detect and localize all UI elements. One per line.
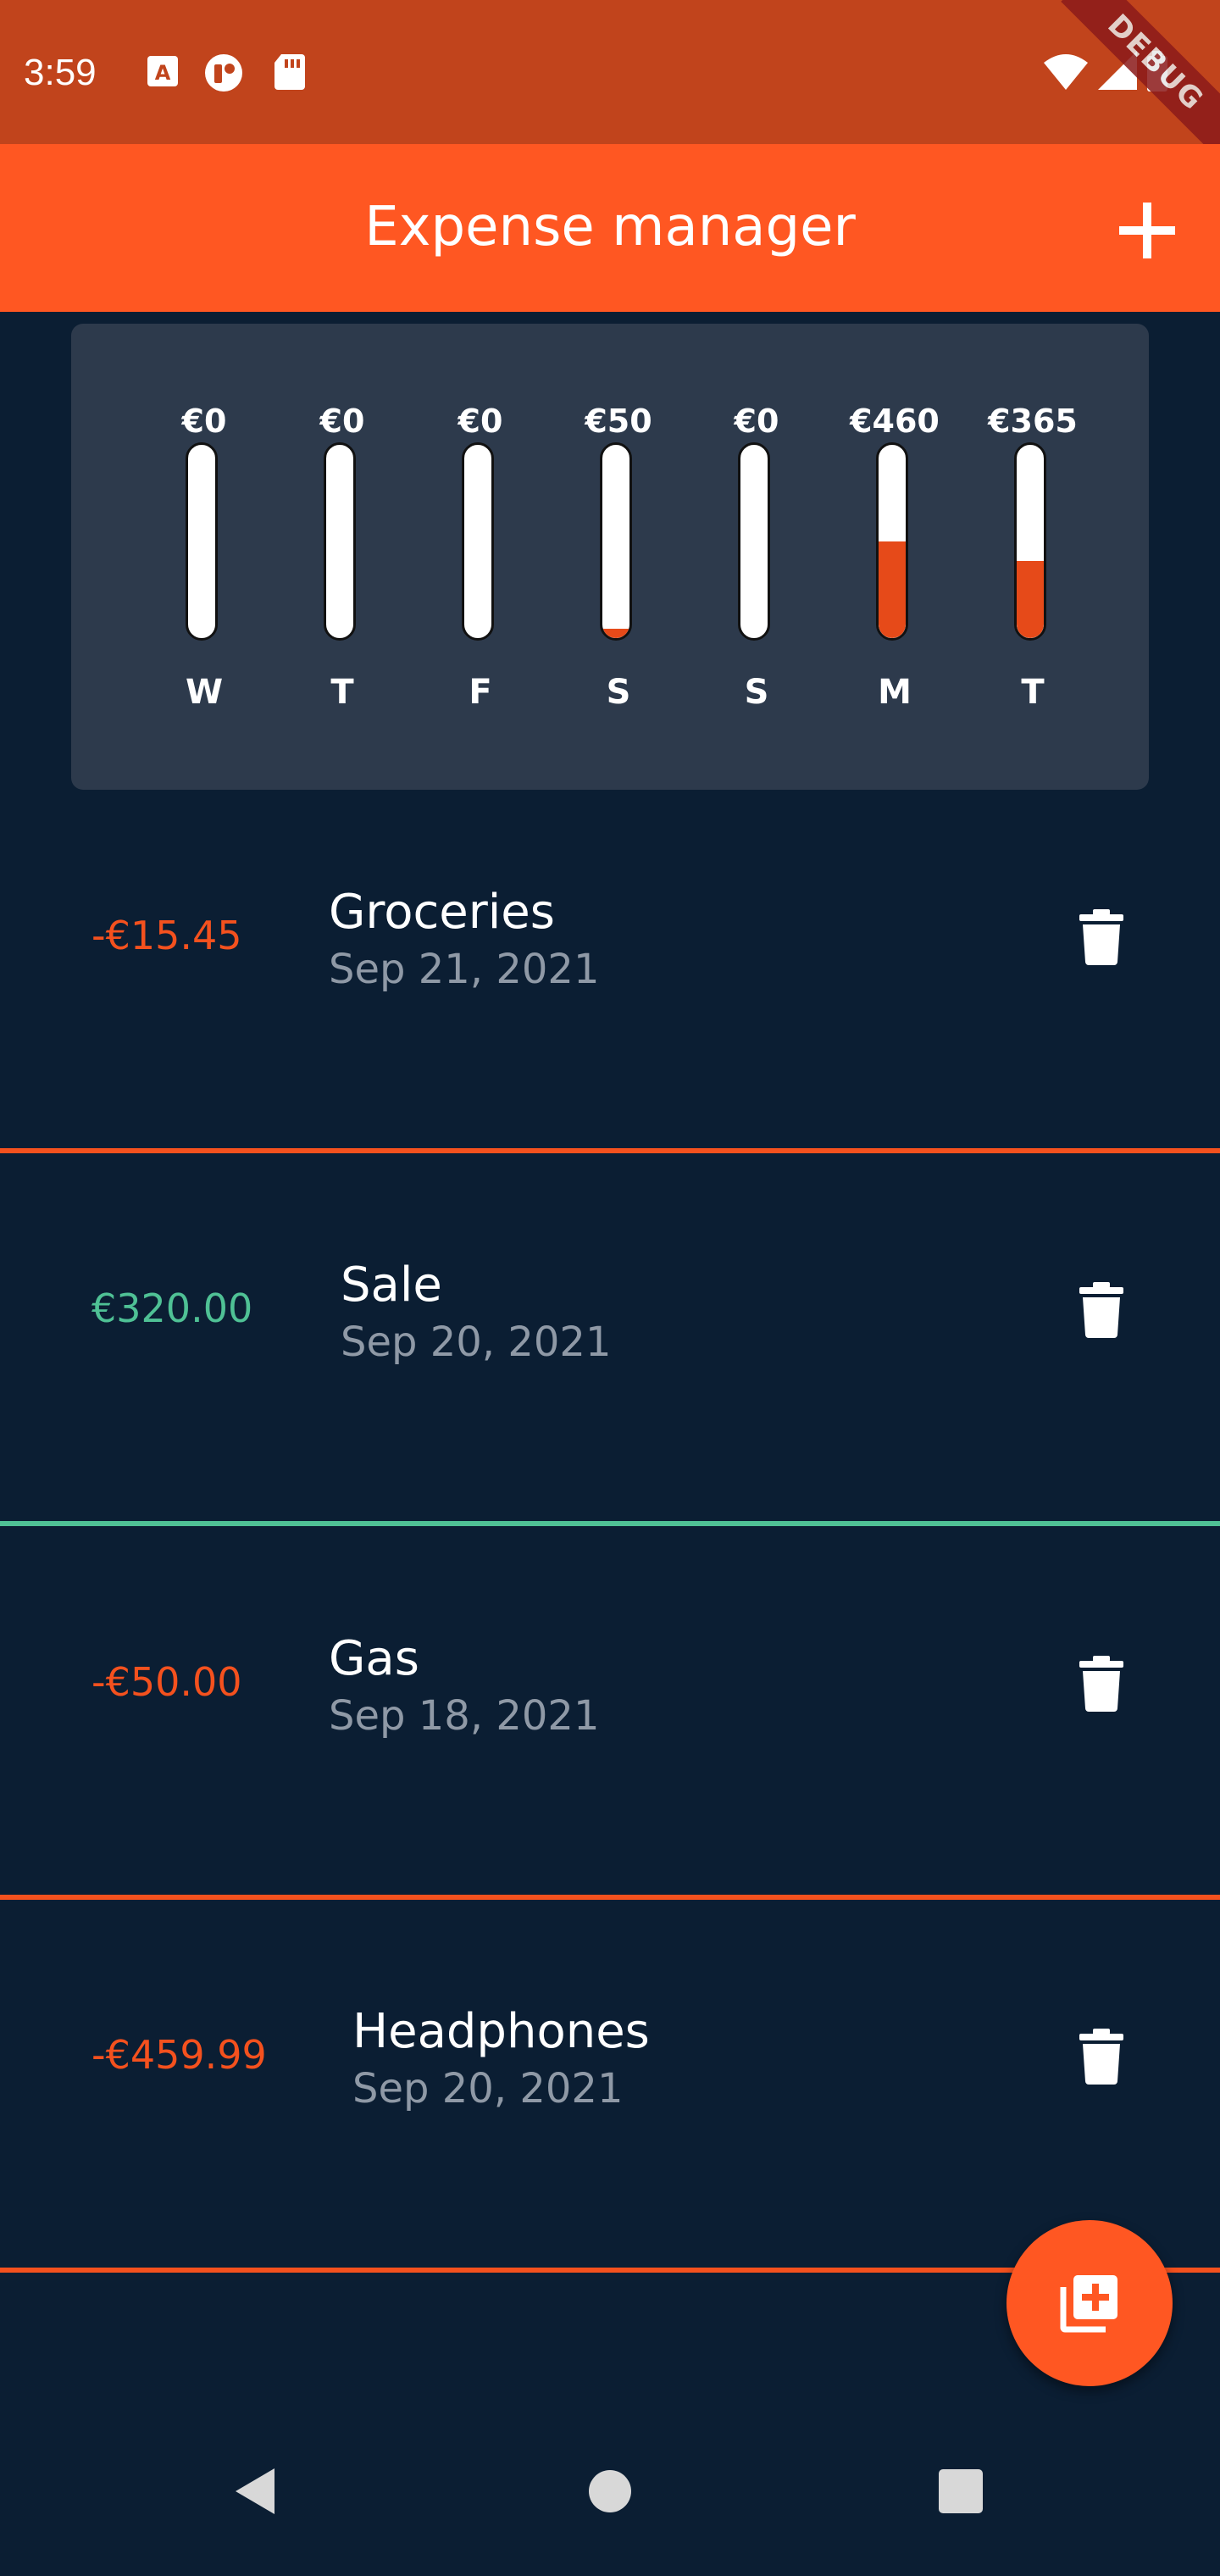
bar-day-label: W xyxy=(185,673,224,712)
transaction-item[interactable]: €320.00 Sale Sep 20, 2021 xyxy=(0,1156,1220,1526)
back-icon xyxy=(236,2468,274,2514)
bar-amount: €0 xyxy=(458,402,503,440)
system-nav-bar xyxy=(0,2407,1220,2576)
back-button[interactable] xyxy=(203,2440,305,2542)
bar-day-label: M xyxy=(878,673,912,712)
transaction-title: Sale xyxy=(341,1257,442,1313)
app-notification-icon xyxy=(203,53,242,92)
page-title: Expense manager xyxy=(364,196,856,258)
chart-bar: €0 S xyxy=(714,400,799,712)
bar-track xyxy=(186,442,218,641)
svg-text:A: A xyxy=(155,61,171,85)
chart-bar: €0 T xyxy=(300,400,385,712)
bar-amount: €0 xyxy=(181,402,227,440)
transaction-amount: -€50.00 xyxy=(92,1659,242,1705)
wifi-icon xyxy=(1044,54,1088,90)
bar-track xyxy=(600,442,632,641)
status-time: 3:59 xyxy=(24,52,97,93)
bar-amount: €0 xyxy=(734,402,779,440)
transaction-date: Sep 21, 2021 xyxy=(329,946,600,993)
bar-track xyxy=(1014,442,1046,641)
chart-bar: €460 M xyxy=(850,400,940,712)
transaction-item[interactable]: -€50.00 Gas Sep 18, 2021 xyxy=(0,1530,1220,1900)
bar-day-label: T xyxy=(1021,673,1045,712)
bar-day-label: S xyxy=(606,673,631,712)
bar-day-label: S xyxy=(744,673,769,712)
delete-button[interactable] xyxy=(1069,2023,1134,2090)
transaction-amount: €320.00 xyxy=(92,1285,253,1331)
sd-card-icon xyxy=(273,53,310,90)
trash-icon xyxy=(1079,2029,1123,2085)
bar-track xyxy=(462,442,494,641)
chart-bar: €50 S xyxy=(576,400,661,712)
add-expense-fab[interactable] xyxy=(1006,2220,1173,2386)
add-expense-icon xyxy=(1060,2275,1117,2333)
bar-track xyxy=(876,442,908,641)
trash-icon xyxy=(1079,1282,1123,1338)
chart-bar: €0 F xyxy=(438,400,523,712)
delete-button[interactable] xyxy=(1069,1650,1134,1718)
transaction-date: Sep 20, 2021 xyxy=(341,1319,612,1366)
bar-amount: €460 xyxy=(850,402,940,440)
transaction-title: Gas xyxy=(329,1631,419,1686)
trash-icon xyxy=(1079,1656,1123,1712)
recents-icon xyxy=(939,2469,983,2513)
bar-amount: €365 xyxy=(988,402,1078,440)
transaction-date: Sep 20, 2021 xyxy=(352,2065,624,2112)
add-button[interactable] xyxy=(1105,188,1190,273)
app-bar: Expense manager xyxy=(0,144,1220,312)
recents-button[interactable] xyxy=(910,2440,1012,2542)
delete-button[interactable] xyxy=(1069,903,1134,971)
bar-track xyxy=(738,442,770,641)
transaction-date: Sep 18, 2021 xyxy=(329,1692,600,1740)
weekly-chart: €0 W €0 T €0 F €50 S €0 S €460 M €365 T xyxy=(71,324,1149,790)
transaction-amount: -€15.45 xyxy=(92,913,242,958)
a-notification-icon: A xyxy=(144,53,181,90)
bar-amount: €0 xyxy=(319,402,365,440)
home-button[interactable] xyxy=(559,2440,661,2542)
chart-bar: €0 W xyxy=(162,400,247,712)
bar-track xyxy=(324,442,356,641)
home-icon xyxy=(589,2470,631,2512)
status-bar: 3:59 A DEBUG xyxy=(0,0,1220,158)
delete-button[interactable] xyxy=(1069,1276,1134,1344)
transaction-title: Groceries xyxy=(329,885,555,940)
chart-bar: €365 T xyxy=(988,400,1078,712)
transaction-item[interactable]: -€15.45 Groceries Sep 21, 2021 xyxy=(0,783,1220,1153)
bar-day-label: F xyxy=(469,673,492,712)
trash-icon xyxy=(1079,909,1123,965)
transaction-title: Headphones xyxy=(352,2004,650,2059)
bar-day-label: T xyxy=(330,673,354,712)
plus-icon xyxy=(1119,203,1175,258)
bar-amount: €50 xyxy=(585,402,652,440)
bar-fill xyxy=(602,628,629,638)
transaction-amount: -€459.99 xyxy=(92,2032,267,2078)
bar-fill xyxy=(1017,560,1044,638)
bar-fill xyxy=(879,541,906,638)
transaction-item[interactable]: -€459.99 Headphones Sep 20, 2021 xyxy=(0,1902,1220,2273)
